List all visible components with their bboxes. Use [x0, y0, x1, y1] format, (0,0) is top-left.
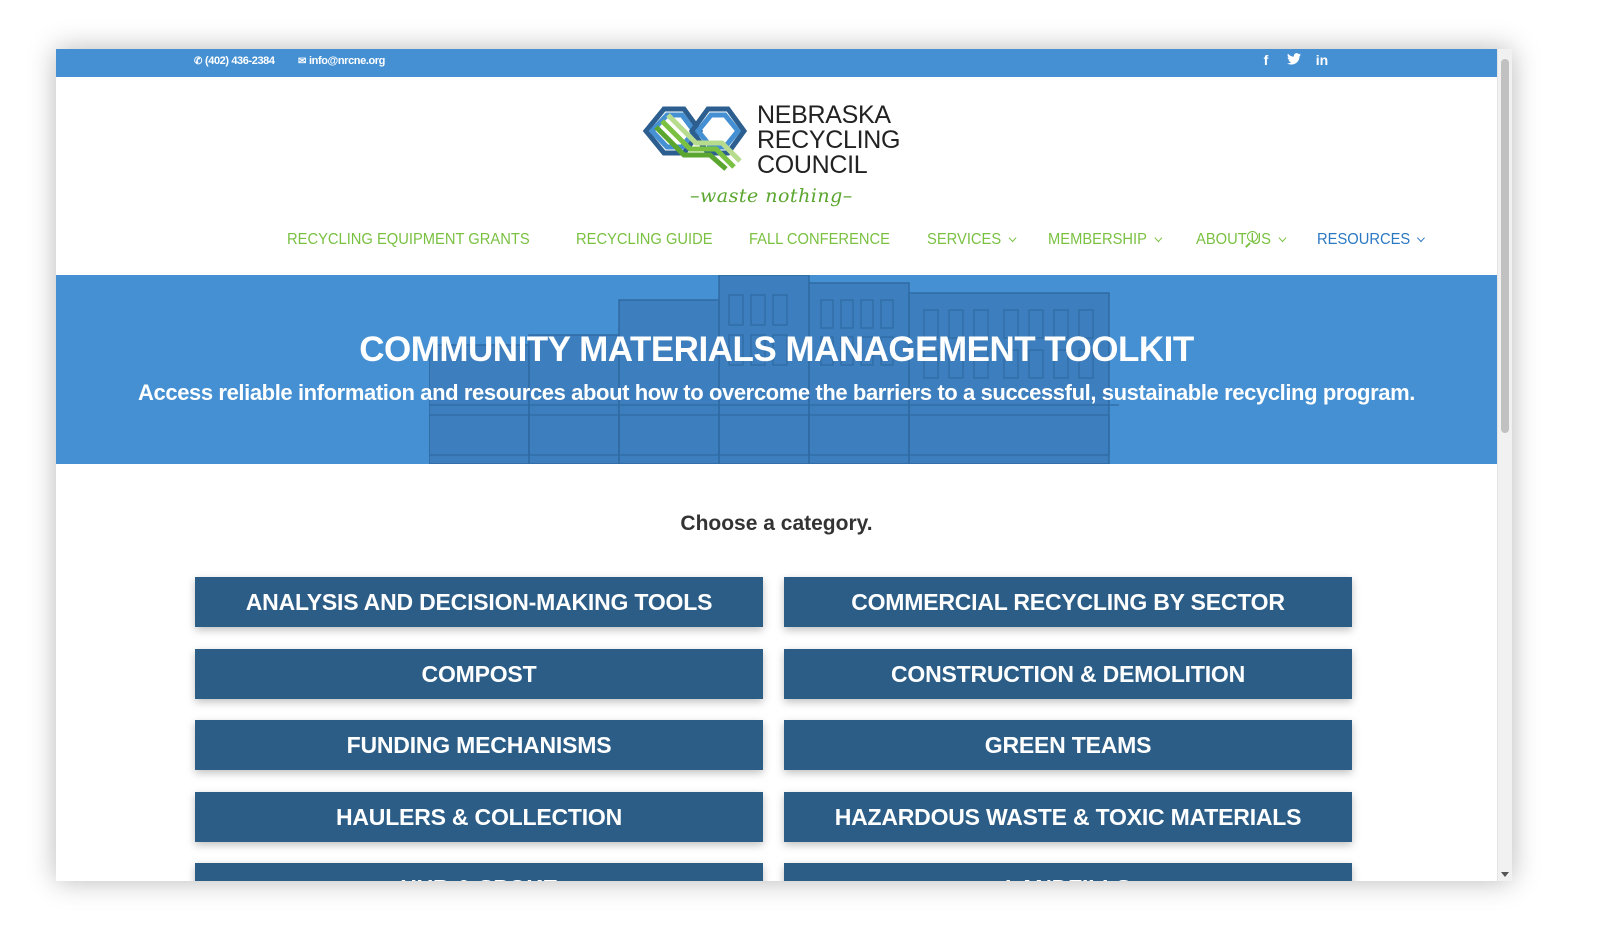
nav-item-fall-conference[interactable]: FALL CONFERENCE [749, 231, 890, 249]
search-icon[interactable] [1244, 231, 1258, 248]
nav-item-label: RECYCLING GUIDE [575, 231, 713, 248]
nav-item-recycling-guide[interactable]: RECYCLING GUIDE [576, 231, 713, 249]
nav-item-recycling-equipment-grants[interactable]: RECYCLING EQUIPMENT GRANTS [287, 231, 530, 249]
nav-item-label: MEMBERSHIP [1048, 231, 1148, 248]
category-prompt: Choose a category. [680, 512, 873, 535]
nav-item-label: RESOURCES [1317, 231, 1411, 248]
scroll-down-arrow-icon[interactable] [1501, 872, 1509, 877]
twitter-icon[interactable] [1287, 52, 1301, 68]
category-button[interactable]: LANDFILLS [784, 863, 1352, 881]
logo-wordmark: NEBRASKA RECYCLING COUNCIL [757, 103, 900, 178]
nav-item-services[interactable]: SERVICES [927, 231, 1017, 249]
chevron-down-icon [1154, 233, 1162, 243]
nav-item-label: RECYCLING EQUIPMENT GRANTS [287, 231, 530, 248]
phone-number: (402) 436-2384 [204, 55, 275, 67]
top-bar: ✆ (402) 436-2384 ✉ info@nrcne.org f in [56, 49, 1497, 77]
hero-title: COMMUNITY MATERIALS MANAGEMENT TOOLKIT [359, 330, 1194, 369]
logo-line-2: RECYCLING [757, 126, 901, 154]
site-logo[interactable]: NEBRASKA RECYCLING COUNCIL –waste nothin… [642, 101, 912, 213]
recycling-logo-icon [642, 106, 748, 171]
chevron-down-icon [1417, 233, 1426, 243]
category-button[interactable]: HAULERS & COLLECTION [195, 792, 763, 842]
nav-item-resources[interactable]: RESOURCES [1317, 231, 1426, 249]
logo-tagline: –waste nothing– [690, 185, 853, 207]
scrollbar-thumb[interactable] [1501, 59, 1509, 433]
hero-banner: COMMUNITY MATERIALS MANAGEMENT TOOLKIT A… [56, 275, 1497, 464]
category-button[interactable]: HAZARDOUS WASTE & TOXIC MATERIALS [784, 792, 1352, 842]
category-button[interactable]: HUB & SPOKE [195, 863, 763, 881]
logo-line-1: NEBRASKA [757, 101, 891, 129]
logo-line-3: COUNCIL [757, 151, 868, 179]
facebook-icon[interactable]: f [1259, 52, 1273, 68]
main-nav: RECYCLING EQUIPMENT GRANTS RECYCLING GUID… [287, 231, 1459, 249]
vertical-scrollbar[interactable] [1497, 49, 1512, 881]
page-viewport: ✆ (402) 436-2384 ✉ info@nrcne.org f in N… [56, 49, 1497, 881]
category-button[interactable]: ANALYSIS AND DECISION-MAKING TOOLS [195, 577, 763, 627]
chevron-down-icon [1277, 233, 1286, 243]
phone-link[interactable]: ✆ (402) 436-2384 [194, 55, 275, 67]
category-button[interactable]: GREEN TEAMS [784, 720, 1352, 770]
category-button[interactable]: FUNDING MECHANISMS [195, 720, 763, 770]
category-button[interactable]: COMMERCIAL RECYCLING BY SECTOR [784, 577, 1352, 627]
nav-item-label: FALL CONFERENCE [749, 231, 891, 248]
category-button[interactable]: CONSTRUCTION & DEMOLITION [784, 649, 1352, 699]
nav-item-label: ABOUT US [1195, 231, 1271, 248]
linkedin-icon[interactable]: in [1315, 52, 1329, 68]
nav-item-membership[interactable]: MEMBERSHIP [1048, 231, 1162, 249]
envelope-icon: ✉ [298, 55, 306, 67]
email-address: info@nrcne.org [308, 55, 385, 67]
browser-window: ✆ (402) 436-2384 ✉ info@nrcne.org f in N… [56, 49, 1512, 881]
social-links: f in [1259, 52, 1329, 68]
phone-icon: ✆ [194, 55, 202, 67]
nav-item-about-us[interactable]: ABOUT US [1195, 231, 1286, 249]
nav-item-label: SERVICES [927, 231, 1002, 248]
email-link[interactable]: ✉ info@nrcne.org [298, 55, 385, 67]
category-button[interactable]: COMPOST [195, 649, 763, 699]
hero-subtitle: Access reliable information and resource… [138, 380, 1415, 405]
chevron-down-icon [1008, 233, 1017, 243]
